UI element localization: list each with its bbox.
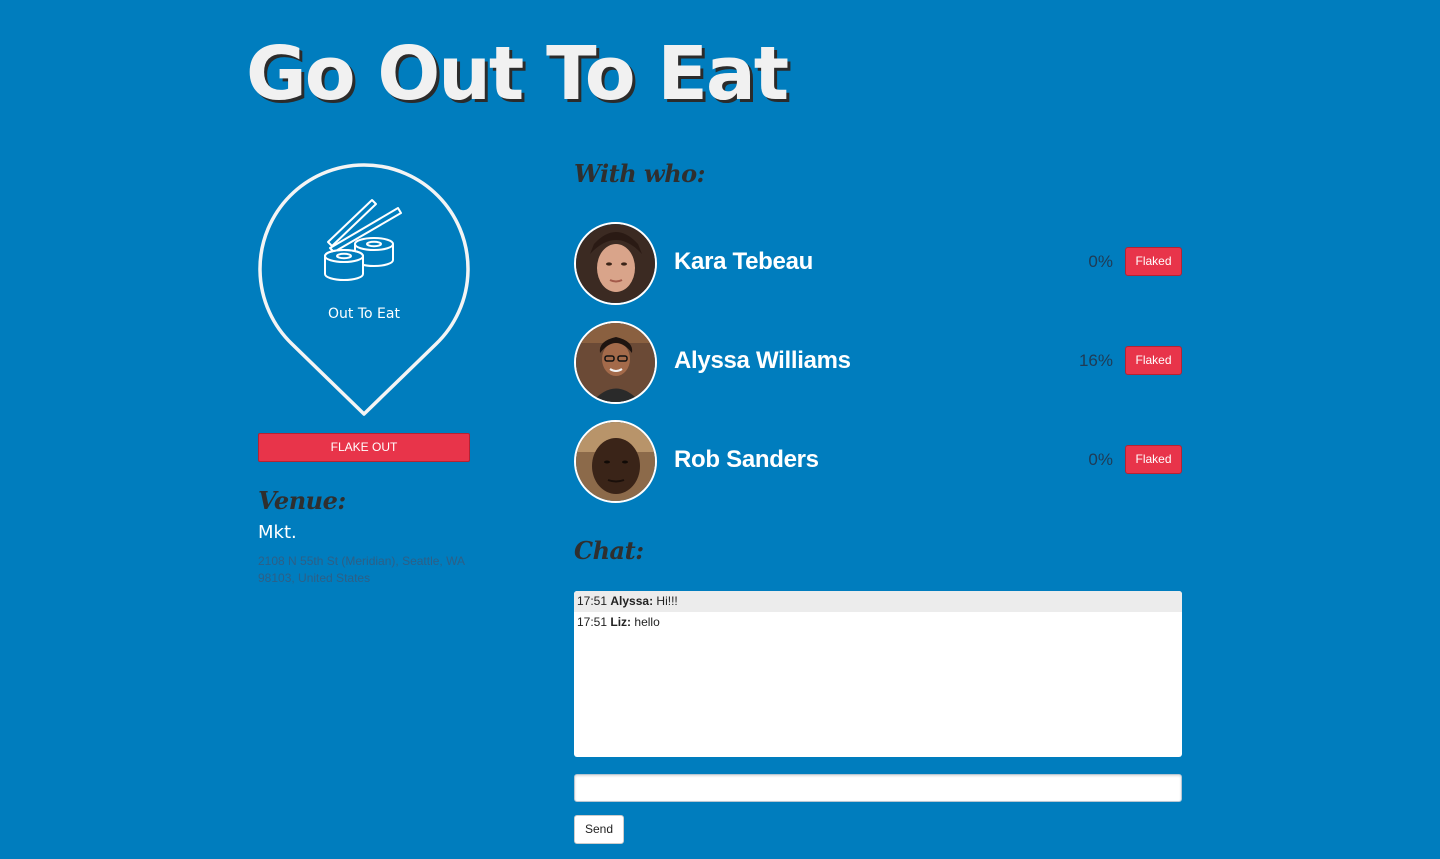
flake-out-button[interactable]: FLAKE OUT <box>258 433 470 462</box>
sushi-chopsticks-icon <box>324 199 402 281</box>
venue-heading: Venue: <box>258 486 346 515</box>
venue-name: Mkt. <box>258 522 297 543</box>
flaked-button[interactable]: Flaked <box>1125 346 1182 375</box>
chat-input[interactable] <box>574 774 1182 802</box>
attendee-row: Kara Tebeau 0% Flaked <box>574 222 1182 305</box>
chat-heading: Chat: <box>574 536 644 565</box>
flake-percentage: 0% <box>1088 450 1113 469</box>
avatar <box>574 222 657 305</box>
flake-percentage: 16% <box>1078 351 1113 370</box>
chat-time: 17:51 <box>577 615 608 629</box>
chat-log[interactable]: 17:51 Alyssa: Hi!!! 17:51 Liz: hello <box>574 591 1182 757</box>
send-button[interactable]: Send <box>574 815 624 844</box>
attendee-name: Kara Tebeau <box>674 248 813 275</box>
chat-author: Alyssa: <box>610 594 654 608</box>
flaked-button[interactable]: Flaked <box>1125 247 1182 276</box>
chat-text: Hi!!! <box>656 594 678 608</box>
avatar <box>574 321 657 404</box>
chat-time: 17:51 <box>577 594 608 608</box>
chat-text: hello <box>634 615 660 629</box>
chat-author: Liz: <box>610 615 632 629</box>
avatar <box>574 420 657 503</box>
attendee-row: Rob Sanders 0% Flaked <box>574 420 1182 503</box>
attendee-name: Rob Sanders <box>674 446 819 473</box>
chat-message: 17:51 Alyssa: Hi!!! <box>574 591 1182 612</box>
flaked-button[interactable]: Flaked <box>1125 445 1182 474</box>
chat-message: 17:51 Liz: hello <box>574 612 1182 633</box>
flake-percentage: 0% <box>1088 252 1113 271</box>
attendees-heading: With who: <box>574 159 706 188</box>
attendee-row: Alyssa Williams 16% Flaked <box>574 321 1182 404</box>
attendee-name: Alyssa Williams <box>674 347 851 374</box>
event-label: Out To Eat <box>328 306 400 322</box>
venue-address: 2108 N 55th St (Meridian), Seattle, WA 9… <box>258 554 465 585</box>
event-pin: Out To Eat <box>256 158 472 416</box>
page-title: Go Out To Eat <box>246 31 789 117</box>
